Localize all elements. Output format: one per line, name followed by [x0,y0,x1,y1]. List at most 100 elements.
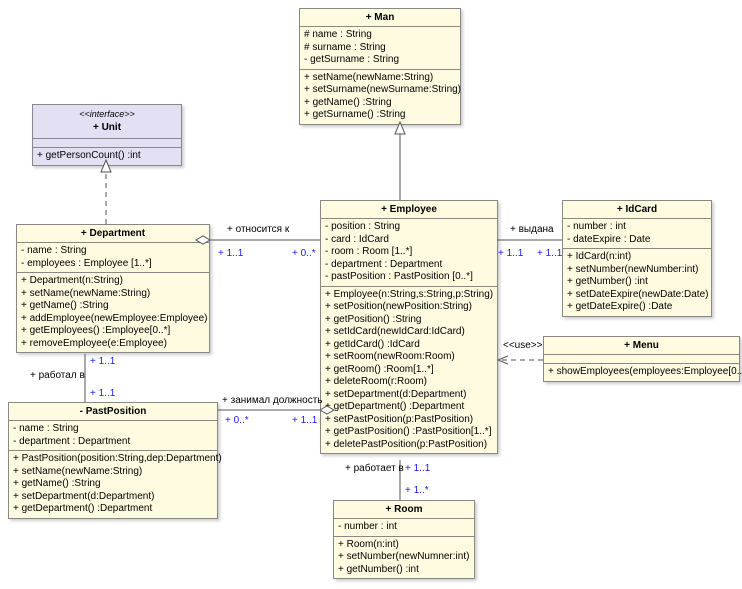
attr: - dateExpire : Date [567,234,707,247]
class-idcard: + IdCard - number : int - dateExpire : D… [562,200,712,317]
op: + getDateExpire() :Date [567,301,707,314]
mult: + 1..* [405,485,429,496]
op: + Room(n:int) [338,539,470,552]
label-use: <<use>> [503,340,542,351]
label-worked-in: + работал в [30,370,85,381]
mult: + 1..1 [405,463,430,474]
op: + deletePastPosition(p:PastPosition) [325,439,493,452]
class-menu: + Menu + showEmployees(employees:Employe… [543,336,740,382]
idcard-title: + IdCard [563,201,711,219]
attr: - department : Department [13,436,213,449]
attr: - department : Department [325,259,493,272]
op: + setPosition(newPosition:String) [325,301,493,314]
op: + getSurname() :String [304,109,456,122]
label-belongs-to: + относится к [227,224,289,235]
op: + Employee(n:String,s:String,p:String) [325,289,493,302]
department-attrs: - name : String - employees : Employee [… [17,243,209,273]
op: + getEmployees() :Employee[0..*] [21,325,205,338]
unit-attrs [33,139,181,148]
op: + setName(newName:String) [304,72,456,85]
attr: # surname : String [304,42,456,55]
op: + getName() :String [304,97,456,110]
pastposition-attrs: - name : String - department : Departmen… [9,421,217,451]
attr: # name : String [304,29,456,42]
op: + setNumber(newNumner:int) [338,551,470,564]
op: + getName() :String [13,478,213,491]
op: + getDepartment() :Department [325,401,493,414]
room-title: + Room [334,501,474,519]
man-ops: + setName(newName:String) + setSurname(n… [300,70,460,124]
attr: - pastPosition : PastPosition [0..*] [325,271,493,284]
class-room: + Room - number : int + Room(n:int) + se… [333,500,475,579]
op: + removeEmployee(e:Employee) [21,338,205,351]
op: + setIdCard(newIdCard:IdCard) [325,326,493,339]
mult: + 1..1 [498,248,523,259]
op: + getPersonCount() :int [37,150,177,163]
op: + getNumber() :int [567,276,707,289]
mult: + 1..1 [292,415,317,426]
pastposition-title: - PastPosition [9,403,217,421]
op: + setDepartment(d:Department) [13,491,213,504]
class-unit: <<interface>> + Unit + getPersonCount() … [32,104,182,166]
op: + getName() :String [21,300,205,313]
op: + setName(newName:String) [21,288,205,301]
unit-header: <<interface>> + Unit [33,105,181,139]
unit-stereo: <<interface>> [37,107,177,119]
department-title: + Department [17,225,209,243]
op: + Department(n:String) [21,275,205,288]
attr: - name : String [13,423,213,436]
op: + setDepartment(d:Department) [325,389,493,402]
mult: + 1..1 [218,248,243,259]
pastposition-ops: + PastPosition(position:String,dep:Depar… [9,451,217,518]
op: + setNumber(newNumber:int) [567,264,707,277]
op: + setPastPosition(p:PastPosition) [325,414,493,427]
idcard-ops: + IdCard(n:int) + setNumber(newNumber:in… [563,249,711,316]
op: + setName(newName:String) [13,466,213,479]
attr: - number : int [567,221,707,234]
attr: - employees : Employee [1..*] [21,258,205,271]
class-department: + Department - name : String - employees… [16,224,210,353]
attr: - room : Room [1..*] [325,246,493,259]
man-attrs: # name : String # surname : String - get… [300,27,460,70]
op: + PastPosition(position:String,dep:Depar… [13,453,213,466]
op: + setRoom(newRoom:Room) [325,351,493,364]
menu-ops: + showEmployees(employees:Employee[0..*]… [544,364,739,381]
op: + showEmployees(employees:Employee[0..*]… [548,366,735,379]
label-issued: + выдана [510,224,554,235]
label-held-position: + занимал должность [222,395,323,406]
employee-title: + Employee [321,201,497,219]
attr: - number : int [338,521,470,534]
unit-ops: + getPersonCount() :int [33,148,181,165]
room-ops: + Room(n:int) + setNumber(newNumner:int)… [334,537,474,579]
mult: + 0..* [292,248,316,259]
op: + getDepartment() :Department [13,503,213,516]
attr: - name : String [21,245,205,258]
attr: - position : String [325,221,493,234]
department-ops: + Department(n:String) + setName(newName… [17,273,209,352]
op: + addEmployee(newEmployee:Employee) [21,313,205,326]
employee-ops: + Employee(n:String,s:String,p:String) +… [321,287,497,454]
op: + getNumber() :int [338,564,470,577]
attr: - card : IdCard [325,234,493,247]
menu-title: + Menu [544,337,739,355]
op: + getPastPosition() :PastPosition[1..*] [325,426,493,439]
mult: + 0..* [225,415,249,426]
op: + setDateExpire(newDate:Date) [567,289,707,302]
op: + setSurname(newSurname:String) [304,84,456,97]
man-title: + Man [300,9,460,27]
mult: + 1..1 [537,248,562,259]
menu-attrs [544,355,739,364]
unit-title: + Unit [37,119,177,136]
idcard-attrs: - number : int - dateExpire : Date [563,219,711,249]
employee-attrs: - position : String - card : IdCard - ro… [321,219,497,287]
op: + getPosition() :String [325,314,493,327]
class-pastposition: - PastPosition - name : String - departm… [8,402,218,519]
op: + deleteRoom(r:Room) [325,376,493,389]
mult: + 1..1 [90,356,115,367]
op: + getRoom() :Room[1..*] [325,364,493,377]
class-man: + Man # name : String # surname : String… [299,8,461,125]
mult: + 1..1 [90,388,115,399]
class-employee: + Employee - position : String - card : … [320,200,498,454]
op: + IdCard(n:int) [567,251,707,264]
label-works-in: + работает в [345,463,404,474]
